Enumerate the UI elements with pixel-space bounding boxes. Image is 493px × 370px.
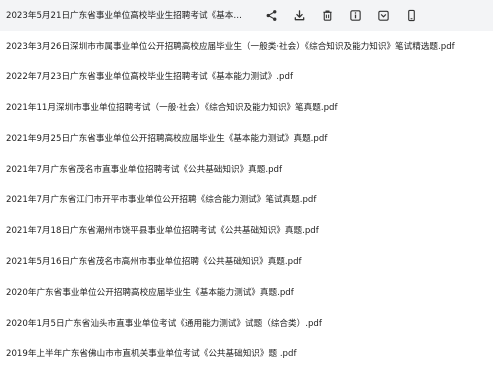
download-button[interactable]	[286, 5, 312, 27]
file-name[interactable]: 2021年7月18日广东省潮州市饶平县事业单位招聘考试《公共基础知识》真题.pd…	[6, 225, 491, 237]
file-row[interactable]: 2023年5月21日广东省事业单位高校毕业生招聘考试《基本能力测试》真题.pdf	[0, 0, 493, 31]
file-name[interactable]: 2022年7月23日广东省事业单位高校毕业生招聘考试《基本能力测试》.pdf	[6, 71, 491, 83]
file-row[interactable]: 2021年7月18日广东省潮州市饶平县事业单位招聘考试《公共基础知识》真题.pd…	[0, 215, 493, 246]
save-to-drive-icon	[377, 10, 389, 21]
file-name[interactable]: 2021年7月广东省茂名市直事业单位招聘考试《公共基础知识》真题.pdf	[6, 164, 491, 176]
file-row[interactable]: 2021年7月广东省茂名市直事业单位招聘考试《公共基础知识》真题.pdf	[0, 154, 493, 185]
file-row[interactable]: 2021年7月广东省江门市开平市事业单位公开招聘《综合能力测试》笔试真题.pdf	[0, 184, 493, 215]
file-name[interactable]: 2023年5月21日广东省事业单位高校毕业生招聘考试《基本能力测试》真题.pdf	[6, 10, 248, 22]
file-name[interactable]: 2019年上半年广东省佛山市市直机关事业单位考试《公共基础知识》题 .pdf	[6, 348, 491, 360]
file-row[interactable]: 2020年广东省事业单位公开招聘高校应届毕业生《基本能力测试》真题.pdf	[0, 277, 493, 308]
mobile-icon	[407, 9, 415, 22]
file-row[interactable]: 2021年9月25日广东省事业单位公开招聘高校应届毕业生《基本能力测试》真题.p…	[0, 123, 493, 154]
info-icon	[349, 10, 361, 21]
file-name[interactable]: 2023年3月26日深圳市市属事业单位公开招聘高校应届毕业生（一般类·社会）《综…	[6, 41, 491, 53]
download-icon	[294, 10, 304, 21]
save-to-drive-button[interactable]	[370, 5, 396, 27]
trash-icon	[322, 10, 332, 21]
file-row[interactable]: 2020年1月5日广东省汕头市直事业单位考试《通用能力测试》试题（综合类）.pd…	[0, 308, 493, 339]
file-name[interactable]: 2021年11月深圳市事业单位招聘考试（一般·社会）《综合知识及能力知识》笔真题…	[6, 102, 491, 114]
mobile-button[interactable]	[398, 5, 424, 27]
file-row[interactable]: 2023年3月26日深圳市市属事业单位公开招聘高校应届毕业生（一般类·社会）《综…	[0, 31, 493, 62]
file-name[interactable]: 2021年9月25日广东省事业单位公开招聘高校应届毕业生《基本能力测试》真题.p…	[6, 133, 491, 145]
file-row[interactable]: 2019年上半年广东省佛山市市直机关事业单位考试《公共基础知识》题 .pdf	[0, 338, 493, 369]
file-row[interactable]: 2022年7月23日广东省事业单位高校毕业生招聘考试《基本能力测试》.pdf	[0, 61, 493, 92]
file-name[interactable]: 2020年1月5日广东省汕头市直事业单位考试《通用能力测试》试题（综合类）.pd…	[6, 318, 491, 330]
file-list: 2023年5月21日广东省事业单位高校毕业生招聘考试《基本能力测试》真题.pdf	[0, 0, 493, 370]
share-icon	[266, 10, 276, 21]
file-name[interactable]: 2020年广东省事业单位公开招聘高校应届毕业生《基本能力测试》真题.pdf	[6, 287, 491, 299]
share-button[interactable]	[258, 5, 284, 27]
file-name[interactable]: 2021年7月广东省江门市开平市事业单位公开招聘《综合能力测试》笔试真题.pdf	[6, 194, 491, 206]
row-actions	[258, 0, 426, 31]
file-row[interactable]: 2021年11月深圳市事业单位招聘考试（一般·社会）《综合知识及能力知识》笔真题…	[0, 92, 493, 123]
file-name[interactable]: 2021年5月16日广东省茂名市高州市事业单位招聘《公共基础知识》真题.pdf	[6, 256, 491, 268]
file-row[interactable]: 2021年5月16日广东省茂名市高州市事业单位招聘《公共基础知识》真题.pdf	[0, 246, 493, 277]
info-button[interactable]	[342, 5, 368, 27]
delete-button[interactable]	[314, 5, 340, 27]
